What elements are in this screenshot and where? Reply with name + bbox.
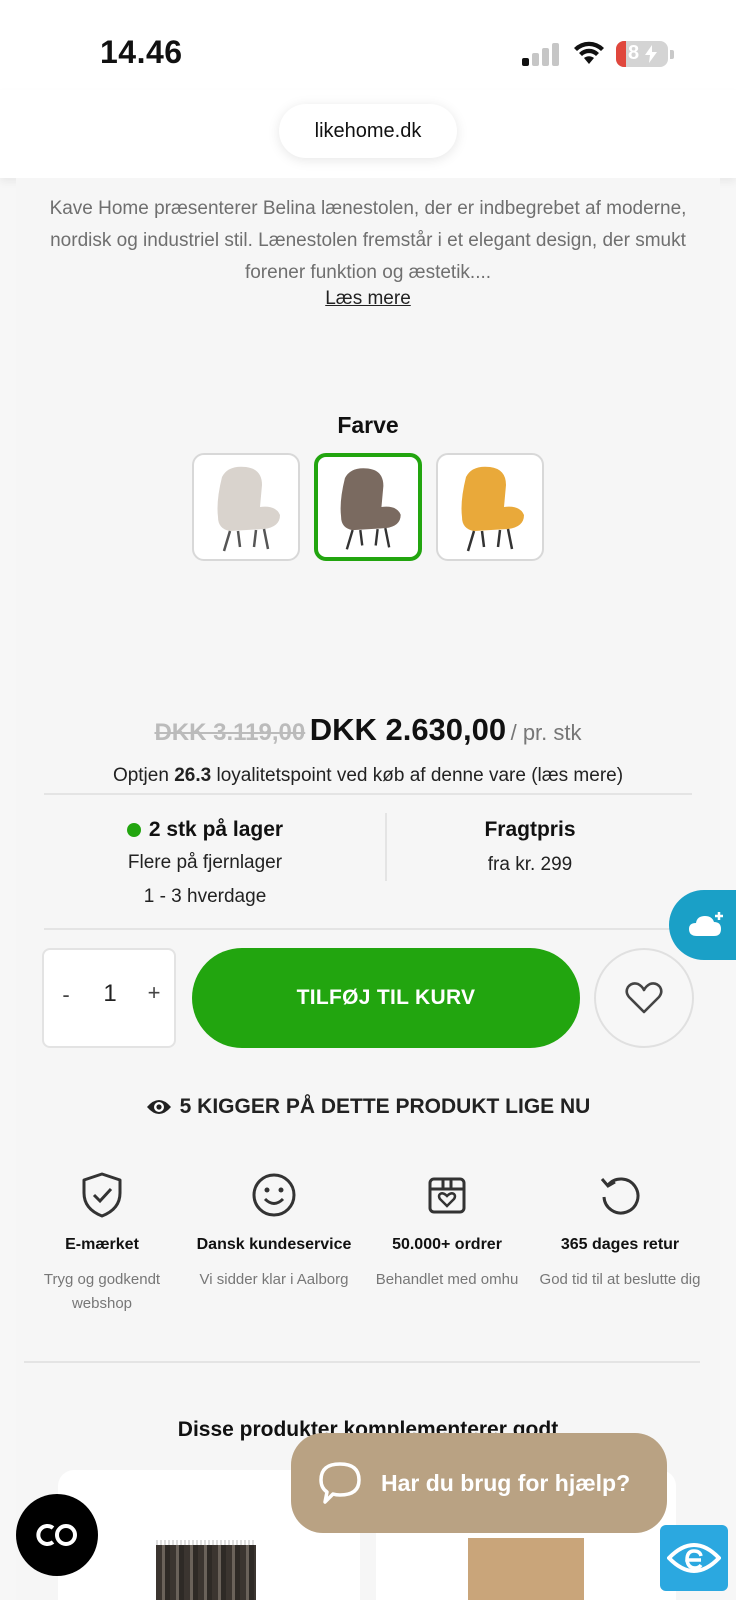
color-label: Farve [337,412,399,438]
usp-item: Dansk kundeservice Vi sidder klar i Aalb… [189,1170,359,1292]
loyalty-text[interactable]: Optjen 26.3 loyalitetspoint ved køb af d… [0,765,736,787]
freight-title: Fragtpris [484,818,576,841]
remote-stock-text: Flere på fjernlager [127,852,283,873]
usp-item: 365 dages retur God tid til at beslutte … [535,1170,705,1292]
chair-image [217,466,280,552]
quantity-stepper: - 1 + [42,948,176,1048]
signal-icon [522,42,560,66]
shield-check-icon [82,1172,122,1218]
price-row: DKK 3.119,00 DKK 2.630,00 / pr. stk [0,712,736,748]
divider [24,1361,700,1363]
freight-price: fra kr. 299 [487,854,573,875]
stock-status: 2 stk på lager [148,818,284,841]
old-price: DKK 3.119,00 [154,719,306,746]
usp-item: 50.000+ ordrer Behandlet med omhu [362,1170,532,1292]
browser-address-bar: likehome.dk [0,90,736,178]
divider [44,928,692,930]
divider [385,813,387,881]
co-widget-button[interactable] [16,1494,98,1576]
eye-icon [146,1100,171,1114]
add-to-cart-button[interactable]: TILFØJ TIL KURV [192,948,580,1048]
help-chat-button[interactable]: Har du brug for hjælp? [291,1433,667,1533]
help-chat-label: Har du brug for hjælp? [381,1469,631,1496]
price-unit: / pr. stk [510,720,582,745]
color-swatch-yellow[interactable] [436,453,544,561]
live-viewers: 5 KIGGER PÅ DETTE PRODUKT LIGE NU [0,1095,736,1119]
delivery-time: 1 - 3 hverdage [143,886,267,907]
read-more-wrap: Læs mere [0,288,736,310]
chair-image [461,466,524,552]
divider [44,793,692,795]
sale-price: DKK 2.630,00 [309,712,507,747]
quantity-input[interactable]: 1 [92,980,128,1008]
wifi-icon [574,41,604,64]
loyalty-points: 26.3 [174,765,212,786]
status-time: 14.46 [100,34,183,70]
chat-bubble-icon [319,1462,361,1504]
usp-item: E-mærket Tryg og godkendt webshop [17,1170,187,1316]
read-more-link[interactable]: Læs mere [325,288,411,309]
return-arrow-icon [600,1177,640,1215]
product-description: Kave Home præsenterer Belina lænestolen,… [49,198,687,283]
in-stock-dot-icon [126,823,141,837]
rug-image [156,1545,256,1600]
quantity-decrease-button[interactable]: - [56,982,76,1008]
cloud-plus-icon [689,912,723,936]
quantity-increase-button[interactable]: + [144,980,164,1006]
stock-info: 2 stk på lager Flere på fjernlager 1 - 3… [60,818,350,908]
smiley-icon [252,1173,296,1217]
status-bar: 14.46 8 [0,0,736,90]
color-swatch-brown[interactable] [314,453,422,561]
heart-icon [625,982,663,1014]
co-logo-icon [36,1524,77,1546]
eye-e-icon [667,1543,721,1573]
rug-image [468,1538,584,1600]
box-heart-icon [428,1177,466,1214]
viewers-text: 5 KIGGER PÅ DETTE PRODUKT LIGE NU [179,1095,591,1118]
color-swatch-beige[interactable] [192,453,300,561]
freight-info: Fragtpris fra kr. 299 [400,818,660,876]
wishlist-button[interactable] [594,948,694,1048]
battery-icon: 8 [616,41,668,67]
accessibility-button[interactable] [660,1525,728,1591]
battery-level: 8 [628,42,640,64]
chair-image [340,468,401,550]
cloud-widget-button[interactable] [669,890,736,960]
page: 14.46 8 likehome.dk Kave Home præsentere… [0,0,736,1600]
url-field[interactable]: likehome.dk [279,104,457,158]
